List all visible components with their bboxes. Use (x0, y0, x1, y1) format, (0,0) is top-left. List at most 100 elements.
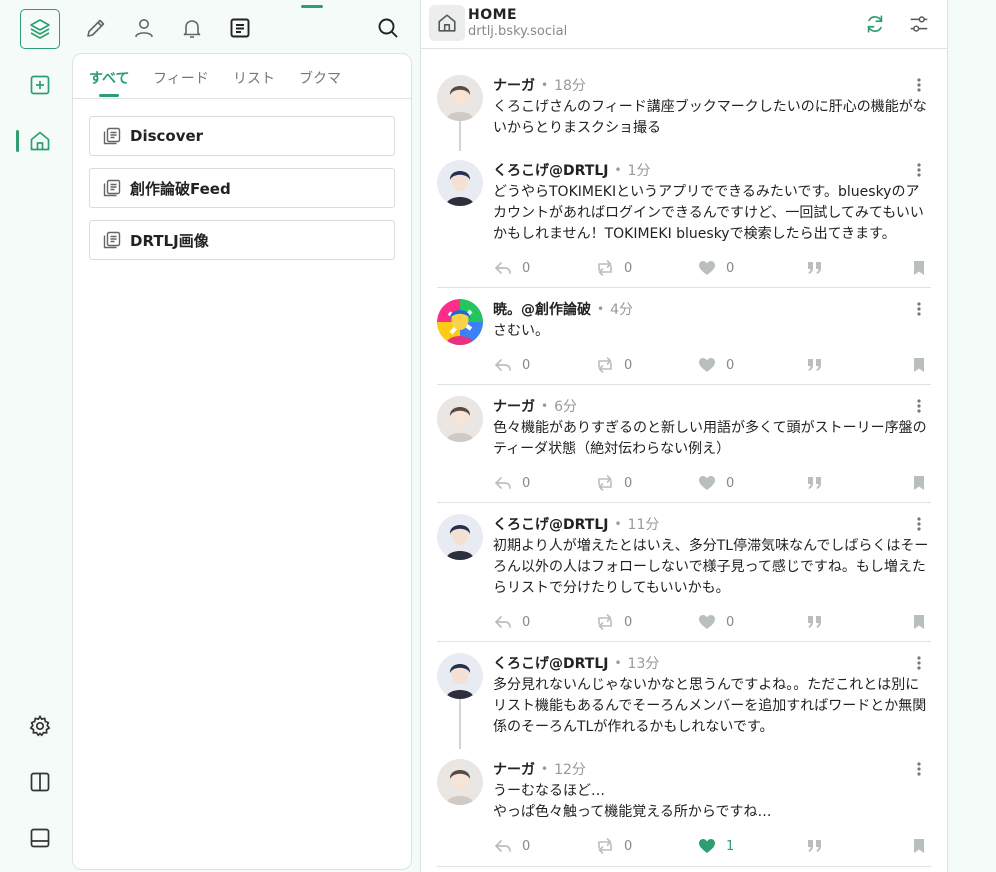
more-options-icon[interactable] (913, 301, 925, 317)
bookmark-button[interactable] (909, 354, 929, 376)
post[interactable]: ナーガ • 18分 くろこげさんのフィード講座ブックマークしたいのに肝心の機能がないか… (437, 75, 931, 151)
quote-icon (805, 836, 825, 856)
author-name[interactable]: くろこげ@DRTLJ (493, 653, 608, 673)
author-name[interactable]: 暁。@創作論破 (493, 299, 591, 319)
post-time[interactable]: 6分 (554, 396, 577, 416)
feed-item-label: Discover (130, 127, 204, 145)
repost-count: 0 (624, 357, 633, 373)
like-button[interactable]: 0 (697, 472, 734, 494)
post-time[interactable]: 11分 (628, 514, 660, 534)
post-text: さむい。 (493, 323, 549, 339)
post-time[interactable]: 13分 (628, 653, 660, 673)
reply-button[interactable]: 0 (493, 354, 530, 376)
more-options-icon[interactable] (913, 77, 925, 93)
quote-button[interactable] (805, 835, 825, 857)
columns-icon[interactable] (20, 762, 60, 802)
more-options-icon[interactable] (913, 761, 925, 777)
pencil-icon[interactable] (76, 8, 116, 48)
post[interactable]: くろこげ@DRTLJ • 11分 初期より人が増えたとはいえ、多分TL停滞気味なんでし… (437, 514, 931, 642)
post[interactable]: ナーガ • 12分 うーむなるほど… やっぱ色々触って機能覚える所からですね… 0 0 1 (437, 759, 931, 867)
like-button[interactable]: 0 (697, 257, 734, 279)
feed-item-label: 創作論破Feed (130, 179, 231, 198)
reply-count: 0 (522, 614, 531, 630)
author-name[interactable]: くろこげ@DRTLJ (493, 160, 608, 180)
feed-item-sousaku[interactable]: 創作論破Feed (89, 168, 395, 208)
post[interactable]: ナーガ • 6分 色々機能がありすぎるのと新しい用語が多くて頭がストーリー序盤のティー… (437, 396, 931, 503)
repost-button[interactable]: 0 (595, 611, 632, 633)
bookmark-button[interactable] (909, 835, 929, 857)
search-icon[interactable] (368, 8, 408, 48)
post-actions: 0 0 0 (493, 354, 931, 376)
refresh-icon[interactable] (859, 8, 891, 40)
post-time[interactable]: 1分 (628, 160, 651, 180)
reply-button[interactable]: 0 (493, 611, 530, 633)
tab-bookmarks[interactable]: ブクマ (299, 68, 341, 88)
repost-button[interactable]: 0 (595, 354, 632, 376)
list-doc-icon[interactable] (220, 8, 260, 48)
column-settings-icon[interactable] (903, 8, 935, 40)
avatar[interactable] (437, 299, 483, 345)
reply-button[interactable]: 0 (493, 257, 530, 279)
add-column-icon[interactable] (20, 65, 60, 105)
home-icon[interactable] (429, 5, 465, 41)
reply-count: 0 (522, 475, 531, 491)
repost-button[interactable]: 0 (595, 835, 632, 857)
avatar[interactable] (437, 75, 483, 121)
post[interactable]: くろこげ@DRTLJ • 1分 どうやらTOKIMEKIというアプリでできるみたいです… (437, 160, 931, 288)
post-header: くろこげ@DRTLJ • 11分 (493, 514, 659, 534)
like-button[interactable]: 0 (697, 354, 734, 376)
author-name[interactable]: ナーガ (493, 759, 535, 779)
post-time[interactable]: 18分 (554, 75, 586, 95)
post[interactable]: 暁。@創作論破 • 4分 さむい。 0 0 0 (437, 299, 931, 385)
avatar[interactable] (437, 759, 483, 805)
author-name[interactable]: ナーガ (493, 75, 535, 95)
author-name[interactable]: ナーガ (493, 396, 535, 416)
like-button[interactable]: 1 (697, 835, 734, 857)
post[interactable]: くろこげ@DRTLJ • 13分 多分見れないんじゃないかなと思うんですよね。。ただこ… (437, 653, 931, 749)
post-text: どうやらTOKIMEKIというアプリでできるみたいです。blueskyのアカウン… (493, 184, 924, 242)
quote-button[interactable] (805, 611, 825, 633)
bottom-panel-icon[interactable] (20, 818, 60, 858)
avatar[interactable] (437, 396, 483, 442)
quote-button[interactable] (805, 257, 825, 279)
avatar[interactable] (437, 514, 483, 560)
reply-button[interactable]: 0 (493, 472, 530, 494)
bell-icon[interactable] (172, 8, 212, 48)
like-button[interactable]: 0 (697, 611, 734, 633)
home-icon[interactable] (20, 121, 60, 161)
reply-count: 0 (522, 357, 531, 373)
tab-all[interactable]: すべて (89, 68, 129, 88)
quote-icon (805, 258, 825, 278)
quote-button[interactable] (805, 472, 825, 494)
post-text: 色々機能がありすぎるのと新しい用語が多くて頭がストーリー序盤のティーダ状態（絶対… (493, 420, 927, 457)
more-options-icon[interactable] (913, 655, 925, 671)
feed-item-drtlj-images[interactable]: DRTLJ画像 (89, 220, 395, 260)
bookmark-button[interactable] (909, 257, 929, 279)
user-icon[interactable] (124, 8, 164, 48)
repost-button[interactable]: 0 (595, 472, 632, 494)
quote-button[interactable] (805, 354, 825, 376)
more-options-icon[interactable] (913, 162, 925, 178)
more-options-icon[interactable] (913, 516, 925, 532)
separator-dot: • (614, 656, 622, 670)
thread-line (459, 699, 461, 749)
avatar[interactable] (437, 160, 483, 206)
feed-item-discover[interactable]: Discover (89, 116, 395, 156)
bookmark-button[interactable] (909, 611, 929, 633)
more-options-icon[interactable] (913, 398, 925, 414)
bookmark-button[interactable] (909, 472, 929, 494)
post-actions: 0 0 1 (493, 835, 931, 857)
author-name[interactable]: くろこげ@DRTLJ (493, 514, 608, 534)
layers-icon[interactable] (20, 9, 60, 49)
post-time[interactable]: 12分 (554, 759, 586, 779)
reply-icon (493, 473, 513, 493)
avatar[interactable] (437, 653, 483, 699)
post-time[interactable]: 4分 (610, 299, 633, 319)
gear-icon[interactable] (20, 706, 60, 746)
repost-button[interactable]: 0 (595, 257, 632, 279)
column-divider (947, 0, 948, 872)
reply-button[interactable]: 0 (493, 835, 530, 857)
tab-lists[interactable]: リスト (233, 68, 275, 88)
tab-feeds[interactable]: フィード (153, 68, 209, 88)
feed-icon (102, 126, 122, 146)
